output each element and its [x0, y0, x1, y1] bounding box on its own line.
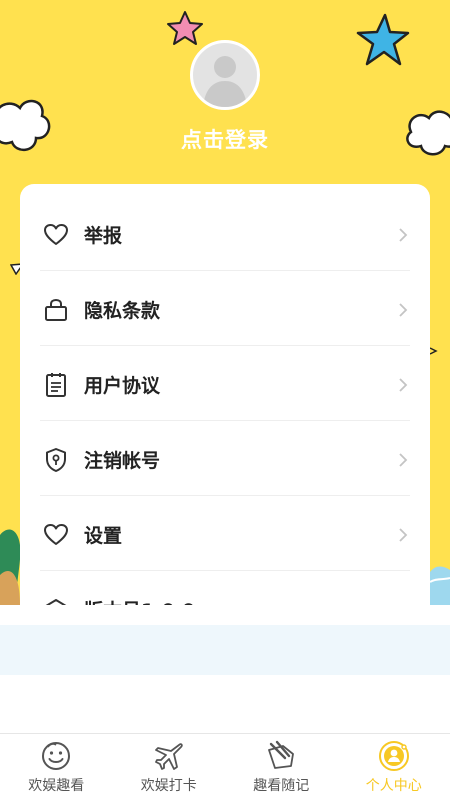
info-icon	[42, 596, 70, 606]
divider	[40, 270, 410, 271]
bottom-tab-bar: 欢娱趣看 欢娱打卡 趣看随记 个人中心	[0, 733, 450, 801]
menu-item-privacy[interactable]: 隐私条款	[40, 272, 410, 347]
foliage-decoration-left	[0, 515, 22, 605]
smiley-icon	[40, 740, 72, 772]
menu-item-version[interactable]: 版本号1.0.0	[40, 572, 410, 605]
chevron-right-icon	[396, 375, 410, 395]
pen-note-icon	[265, 740, 297, 772]
pink-star-decoration	[165, 10, 205, 46]
tab-qukan-suiji[interactable]: 趣看随记	[225, 734, 338, 801]
tab-label: 趣看随记	[253, 775, 309, 795]
tab-huanyu-daka[interactable]: 欢娱打卡	[113, 734, 226, 801]
menu-item-label: 隐私条款	[84, 296, 396, 323]
tab-label: 欢娱打卡	[141, 775, 197, 795]
bag-icon	[42, 296, 70, 324]
divider	[40, 570, 410, 571]
menu-item-label: 举报	[84, 221, 396, 248]
default-user-icon	[193, 43, 257, 107]
water-decoration-right	[430, 560, 450, 605]
menu-item-settings[interactable]: 设置	[40, 497, 410, 572]
menu-card: 举报 隐私条款 用户协议 注销帐号 设置	[20, 184, 430, 605]
chevron-right-icon	[396, 225, 410, 245]
menu-item-label: 版本号1.0.0	[84, 596, 410, 605]
user-avatar[interactable]	[190, 40, 260, 110]
login-link[interactable]: 点击登录	[0, 124, 450, 154]
person-circle-icon	[378, 740, 410, 772]
blue-star-decoration	[355, 12, 411, 70]
divider	[40, 495, 410, 496]
airplane-icon	[153, 740, 185, 772]
divider	[40, 345, 410, 346]
heart-icon	[42, 521, 70, 549]
content-band	[0, 625, 450, 675]
document-icon	[42, 371, 70, 399]
tab-label: 欢娱趣看	[28, 775, 84, 795]
chevron-right-icon	[396, 300, 410, 320]
menu-item-label: 设置	[84, 521, 396, 548]
menu-item-label: 用户协议	[84, 371, 396, 398]
chevron-right-icon	[396, 525, 410, 545]
chevron-right-icon	[396, 450, 410, 470]
tab-personal-center[interactable]: 个人中心	[338, 734, 450, 801]
menu-item-user-agreement[interactable]: 用户协议	[40, 347, 410, 422]
shield-icon	[42, 446, 70, 474]
menu-item-delete-account[interactable]: 注销帐号	[40, 422, 410, 497]
divider	[40, 420, 410, 421]
menu-item-report[interactable]: 举报	[40, 197, 410, 272]
tab-huanyu-qukan[interactable]: 欢娱趣看	[0, 734, 113, 801]
menu-item-label: 注销帐号	[84, 446, 396, 473]
heart-icon	[42, 221, 70, 249]
tab-label: 个人中心	[366, 775, 422, 795]
